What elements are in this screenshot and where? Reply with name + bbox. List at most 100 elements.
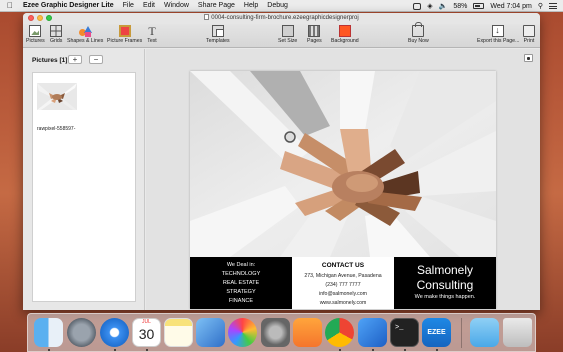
export-page-button[interactable]: Export this Page... — [477, 25, 519, 44]
pictures-sidebar: Pictures [1] + − rawpixel-558597- — [23, 49, 145, 310]
printer-icon — [523, 25, 535, 37]
app-menu[interactable]: Ezee Graphic Designer Lite — [23, 2, 114, 9]
calendar-month: JUL — [142, 319, 151, 325]
set-size-label: Set Size — [278, 38, 298, 44]
brand-name-line1: Salmonely — [416, 263, 474, 277]
design-canvas[interactable]: We Deal in: TECHNOLOGY REAL ESTATE STRAT… — [146, 49, 540, 310]
volume-icon[interactable]: 🔈 — [439, 2, 448, 10]
wifi-icon[interactable]: ◈ — [427, 2, 432, 10]
services-column[interactable]: We Deal in: TECHNOLOGY REAL ESTATE STRAT… — [190, 257, 292, 309]
service-item: STRATEGY — [226, 289, 256, 295]
pictures-icon — [29, 25, 42, 37]
close-window-button[interactable] — [28, 15, 34, 21]
chrome-icon[interactable] — [325, 318, 354, 347]
shapes-lines-button[interactable]: Shapes & Lines — [67, 25, 103, 44]
trash-icon[interactable] — [503, 318, 532, 347]
text-button[interactable]: T Text — [146, 25, 158, 44]
menu-share-page[interactable]: Share Page — [198, 2, 235, 9]
hands-stack-photo[interactable] — [190, 71, 496, 257]
battery-percent[interactable]: 58% — [453, 3, 467, 10]
picture-frames-button[interactable]: Picture Frames — [107, 25, 142, 44]
contact-column[interactable]: CONTACT US 273, Michigan Avenue, Pasaden… — [292, 257, 394, 309]
contact-heading: CONTACT US — [321, 262, 365, 269]
pictures-label: Pictures — [26, 38, 45, 44]
contact-email: info@salmonely.com — [319, 291, 367, 297]
print-button[interactable]: Print — [523, 25, 535, 44]
brand-column[interactable]: Salmonely Consulting We make things happ… — [394, 257, 496, 309]
apple-menu-icon[interactable]:  — [7, 1, 17, 10]
templates-label: Templates — [206, 38, 230, 44]
terminal-prompt-icon: >_ — [395, 324, 404, 332]
brand-name-line2: Consulting — [416, 278, 474, 292]
buy-now-label: Buy Now — [408, 38, 429, 44]
pictures-button[interactable]: Pictures — [26, 25, 45, 44]
finder-icon[interactable] — [34, 318, 63, 347]
system-preferences-icon[interactable] — [261, 318, 290, 347]
lock-icon[interactable] — [524, 54, 533, 62]
grids-label: Grids — [50, 38, 63, 44]
service-item: FINANCE — [228, 298, 254, 304]
spotlight-icon[interactable]: ⚲ — [538, 2, 543, 10]
app-window: 0004-consulting-firm-brochure.ezeegraphi… — [23, 13, 540, 310]
dock-divider — [461, 318, 462, 348]
buy-now-button[interactable]: Buy Now — [408, 22, 429, 44]
notification-center-icon[interactable] — [549, 3, 557, 9]
shopping-bag-icon — [412, 22, 425, 37]
ezee-icon[interactable]: EZEE — [422, 318, 451, 347]
service-item: TECHNOLOGY — [221, 271, 261, 277]
calendar-day: 30 — [138, 326, 155, 342]
preview-icon[interactable] — [196, 318, 225, 347]
zoom-window-button[interactable] — [46, 15, 52, 21]
shapes-icon — [79, 25, 93, 37]
clock[interactable]: Wed 7:04 pm — [490, 3, 532, 10]
launchpad-icon[interactable] — [67, 318, 96, 347]
pictures-heading: Pictures [1] — [32, 57, 68, 64]
templates-icon — [211, 25, 224, 37]
grids-icon — [50, 25, 63, 37]
background-button[interactable]: Background — [331, 25, 359, 44]
running-indicator — [48, 349, 50, 351]
grids-button[interactable]: Grids — [50, 25, 62, 44]
picture-frames-icon — [118, 25, 131, 37]
menu-window[interactable]: Window — [164, 2, 189, 9]
print-label: Print — [523, 38, 535, 44]
running-indicator — [339, 349, 341, 351]
contact-website: www.salmonely.com — [319, 300, 367, 306]
xcode-icon[interactable] — [358, 318, 387, 347]
display-icon[interactable] — [413, 2, 422, 10]
notes-icon[interactable] — [164, 318, 193, 347]
templates-button[interactable]: Templates — [206, 25, 230, 44]
running-indicator — [114, 349, 116, 351]
pictures-list: rawpixel-558597- — [32, 72, 136, 302]
remove-picture-button[interactable]: − — [89, 55, 103, 64]
add-picture-button[interactable]: + — [68, 55, 82, 64]
set-size-icon — [281, 25, 294, 37]
menu-file[interactable]: File — [123, 2, 134, 9]
downloads-folder-icon[interactable] — [470, 318, 499, 347]
text-label: Text — [147, 38, 157, 44]
menu-edit[interactable]: Edit — [143, 2, 155, 9]
picture-frames-label: Picture Frames — [107, 38, 143, 44]
running-indicator — [372, 349, 374, 351]
photos-icon[interactable] — [228, 318, 257, 347]
books-icon[interactable] — [293, 318, 322, 347]
menu-debug[interactable]: Debug — [267, 2, 288, 9]
ezee-label: EZEE — [427, 329, 446, 336]
picture-thumbnail[interactable] — [37, 83, 77, 110]
running-indicator — [404, 349, 406, 351]
pages-icon — [308, 25, 321, 37]
contact-phone: (234) 777 7777 — [325, 282, 361, 288]
pages-button[interactable]: Pages — [307, 25, 322, 44]
minimize-window-button[interactable] — [37, 15, 43, 21]
calendar-icon[interactable]: JUL 30 — [132, 318, 161, 347]
terminal-icon[interactable]: >_ — [390, 318, 419, 347]
menu-help[interactable]: Help — [244, 2, 258, 9]
brochure-page[interactable]: We Deal in: TECHNOLOGY REAL ESTATE STRAT… — [190, 71, 496, 309]
set-size-button[interactable]: Set Size — [278, 25, 297, 44]
export-icon — [492, 25, 505, 37]
brand-tagline: We make things happen. — [414, 294, 476, 300]
safari-icon[interactable] — [100, 318, 129, 347]
battery-icon[interactable] — [473, 3, 485, 9]
dock: JUL 30 >_ EZEE — [27, 313, 536, 352]
running-indicator — [146, 349, 148, 351]
